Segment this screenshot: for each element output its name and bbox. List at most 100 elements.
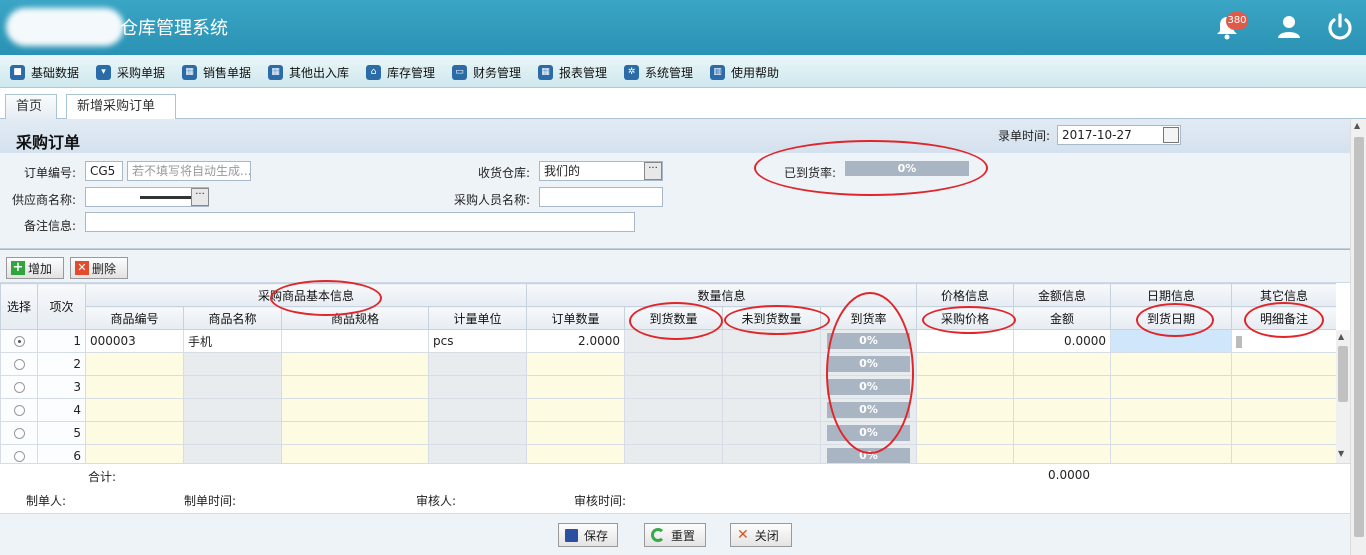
close-button[interactable]: ✕ 关闭 <box>730 523 792 547</box>
entry-time-label: 录单时间: <box>997 129 1050 143</box>
column-header-unit[interactable]: 计量单位 <box>427 306 528 330</box>
save-button[interactable]: 保存 <box>558 523 618 547</box>
grid-summary-row: 合计: 0.0000 <box>0 463 1350 485</box>
date-info-group-header: 日期信息 <box>1110 283 1233 307</box>
calendar-icon[interactable] <box>1163 127 1179 143</box>
card-icon: ▭ <box>452 64 467 80</box>
main-menu: ■ 基础数据 ▾ 采购单据 ▦ 销售单据 ▦ 其他出入库 ⌂ 库存管理 ▭ 财务管理 ▦ 报表… <box>0 55 1366 88</box>
order-items-grid: 选择 项次 采购商品基本信息 数量信息 价格信息 金额信息 日期信息 其它信息 … <box>0 283 1336 463</box>
arrival-rate-bar: 0% <box>827 448 911 463</box>
power-icon[interactable] <box>1325 12 1355 42</box>
order-no-label: 订单编号: <box>23 166 76 180</box>
delete-row-button[interactable]: ✕ 删除 <box>70 257 128 279</box>
column-header-name[interactable]: 商品名称 <box>183 306 282 330</box>
column-header-amount[interactable]: 金额 <box>1013 306 1112 330</box>
creator-label: 制单人: <box>26 494 67 508</box>
select-column-header: 选择 <box>0 283 38 330</box>
supplier-label: 供应商名称: <box>11 193 76 207</box>
menu-item-inventory[interactable]: ⌂ 库存管理 <box>366 64 435 80</box>
order-no-prefix: CG5 <box>85 161 123 181</box>
table-row[interactable]: 5 0% <box>0 421 1336 445</box>
menu-item-purchase[interactable]: ▾ 采购单据 <box>96 64 165 80</box>
warehouse-picker-button[interactable]: ··· <box>644 162 662 180</box>
grid-scrollbar[interactable]: ▲ ▼ <box>1336 330 1350 463</box>
calendar-icon: ▦ <box>538 64 553 80</box>
page-title: 采购订单 <box>16 133 81 152</box>
menu-item-basic-data[interactable]: ■ 基础数据 <box>10 64 79 80</box>
add-icon: + <box>11 260 25 275</box>
basket-icon: ▾ <box>96 64 111 80</box>
cell-code[interactable]: 000003 <box>85 329 184 353</box>
total-label: 合计: <box>88 470 117 484</box>
review-time-label: 审核时间: <box>574 494 627 508</box>
notification-badge: 380 <box>1226 12 1248 30</box>
column-header-arrival-date[interactable]: 到货日期 <box>1110 306 1233 330</box>
table-row[interactable]: 1 000003 手机 pcs 2.0000 0% 0.0000 <box>0 329 1336 353</box>
basic-info-group-header: 采购商品基本信息 <box>84 283 528 307</box>
column-header-spec[interactable]: 商品规格 <box>281 306 429 330</box>
table-row[interactable]: 3 0% <box>0 375 1336 399</box>
remark-input[interactable] <box>85 212 635 232</box>
save-icon <box>565 528 578 542</box>
arrival-rate-bar: 0% <box>827 379 911 395</box>
cell-unit[interactable]: pcs <box>427 329 528 353</box>
table-row[interactable]: 4 0% <box>0 398 1336 422</box>
row-radio[interactable] <box>13 428 25 439</box>
column-header-remark[interactable]: 明细备注 <box>1231 306 1336 330</box>
cell-remark[interactable] <box>1231 329 1336 353</box>
app-header: 仓库管理系统 380 <box>0 0 1366 55</box>
supplier-picker-button[interactable]: ··· <box>191 188 209 206</box>
cell-name[interactable]: 手机 <box>183 329 282 353</box>
menu-item-sales[interactable]: ▦ 销售单据 <box>182 64 251 80</box>
menu-item-other-io[interactable]: ▦ 其他出入库 <box>268 64 349 80</box>
tab-new-purchase-order[interactable]: 新增采购订单× <box>66 94 176 138</box>
row-radio[interactable] <box>13 451 25 462</box>
row-radio[interactable] <box>13 382 25 393</box>
add-row-button[interactable]: + 增加 <box>6 257 64 279</box>
column-header-arrived-qty[interactable]: 到货数量 <box>624 306 724 330</box>
column-header-arrival-rate[interactable]: 到货率 <box>820 306 918 330</box>
row-radio[interactable] <box>13 405 25 416</box>
cell-order-qty[interactable]: 2.0000 <box>526 329 626 353</box>
amount-info-group-header: 金额信息 <box>1013 283 1112 307</box>
cell-arrival-date[interactable] <box>1110 329 1233 353</box>
delete-icon: ✕ <box>75 261 89 275</box>
arrival-rate-bar: 0% <box>827 356 911 372</box>
cell-price[interactable] <box>916 329 1015 353</box>
menu-item-finance[interactable]: ▭ 财务管理 <box>452 64 521 80</box>
arrival-rate-bar: 0% <box>827 425 911 441</box>
user-icon[interactable] <box>1274 12 1304 42</box>
scroll-up-icon[interactable]: ▲ <box>1354 121 1360 130</box>
order-no-input[interactable]: 若不填写将自动生成... <box>127 161 251 181</box>
row-radio[interactable] <box>13 359 25 370</box>
warehouse-label: 收货仓库: <box>477 166 530 180</box>
close-icon: ✕ <box>737 527 749 543</box>
cell-spec[interactable] <box>281 329 429 353</box>
column-header-order-qty[interactable]: 订单数量 <box>526 306 626 330</box>
scroll-down-icon[interactable]: ▼ <box>1338 449 1344 458</box>
other-info-group-header: 其它信息 <box>1231 283 1336 307</box>
column-header-code[interactable]: 商品编号 <box>85 306 184 330</box>
tab-home[interactable]: 首页 <box>5 94 57 119</box>
cell-amount[interactable]: 0.0000 <box>1013 329 1112 353</box>
column-header-pending-qty[interactable]: 未到货数量 <box>722 306 822 330</box>
arrival-rate-progress: 0% <box>845 161 969 176</box>
table-row[interactable]: 2 0% <box>0 352 1336 376</box>
gear-icon: ✲ <box>624 64 639 80</box>
reviewer-label: 审核人: <box>416 494 457 508</box>
scroll-up-icon[interactable]: ▲ <box>1338 332 1344 341</box>
menu-item-system[interactable]: ✲ 系统管理 <box>624 64 693 80</box>
column-header-price[interactable]: 采购价格 <box>916 306 1015 330</box>
app-title: 仓库管理系统 <box>120 18 228 39</box>
page-scrollbar[interactable]: ▲ <box>1350 119 1366 555</box>
form-actions: 保存 重置 ✕ 关闭 <box>0 513 1350 555</box>
menu-item-reports[interactable]: ▦ 报表管理 <box>538 64 607 80</box>
reset-button[interactable]: 重置 <box>644 523 706 547</box>
menu-item-help[interactable]: ▥ 使用帮助 <box>710 64 779 80</box>
book-icon: ▥ <box>710 64 725 80</box>
tab-bar: 首页 新增采购订单× <box>0 88 1366 138</box>
buyer-input[interactable] <box>539 187 663 207</box>
remark-label: 备注信息: <box>23 219 76 233</box>
table-row[interactable]: 6 0% <box>0 444 1336 463</box>
row-radio[interactable] <box>13 336 25 347</box>
